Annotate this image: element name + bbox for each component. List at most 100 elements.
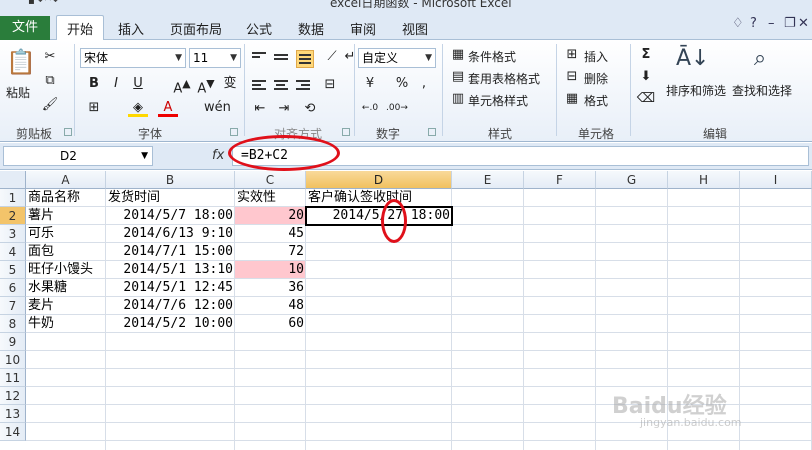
quick-access-toolbar[interactable]: ▪ ↶ ↷ [28, 0, 58, 7]
text-direction-icon[interactable]: ⟲ [300, 100, 320, 118]
cell-c5[interactable]: 10 [235, 261, 306, 279]
fill-color-icon[interactable]: ◈ [128, 99, 148, 117]
cell-b7[interactable]: 2014/7/6 12:00 [106, 297, 235, 315]
row-header-8[interactable]: 8 [0, 315, 26, 333]
italic-button[interactable]: I [106, 75, 126, 93]
paste-icon[interactable]: 📋 [6, 48, 36, 76]
cell-a5[interactable]: 旺仔小馒头 [26, 261, 106, 279]
row-header-1[interactable]: 1 [0, 189, 26, 207]
cell-b8[interactable]: 2014/5/2 10:00 [106, 315, 235, 333]
comma-button[interactable]: , [414, 75, 434, 93]
select-all-corner[interactable] [0, 171, 26, 189]
question-icon[interactable]: ? [750, 16, 757, 31]
cell-c6[interactable]: 36 [235, 279, 306, 297]
cell-b6[interactable]: 2014/5/1 12:45 [106, 279, 235, 297]
tab-data[interactable]: 数据 [298, 19, 324, 38]
decrease-indent-icon[interactable]: ⇤ [250, 100, 270, 118]
tab-review[interactable]: 审阅 [350, 19, 376, 38]
number-format-combo[interactable]: 自定义 ▼ [358, 48, 436, 68]
format-painter-icon[interactable]: 🖌 [40, 96, 60, 114]
cell-a8[interactable]: 牛奶 [26, 315, 106, 333]
number-launcher-icon[interactable] [428, 128, 436, 136]
column-header-i[interactable]: I [740, 171, 812, 189]
row-header-3[interactable]: 3 [0, 225, 26, 243]
cell-c2[interactable]: 20 [235, 207, 306, 225]
insert-cells-icon[interactable]: ⊞ [562, 46, 582, 64]
phonetic-icon[interactable]: 变 [220, 75, 240, 93]
format-cells-icon[interactable]: ▦ [562, 90, 582, 108]
cell-a2[interactable]: 薯片 [26, 207, 106, 225]
column-header-b[interactable]: B [106, 171, 235, 189]
merge-center-icon[interactable]: ⊟ [320, 76, 340, 94]
underline-button[interactable]: U [128, 75, 148, 93]
increase-indent-icon[interactable]: ⇥ [274, 100, 294, 118]
cell-b5[interactable]: 2014/5/1 13:10 [106, 261, 235, 279]
align-top-icon[interactable] [252, 52, 266, 64]
format-as-table-button[interactable]: 套用表格格式 [468, 70, 540, 87]
font-name-combo[interactable]: 宋体 ▼ [80, 48, 186, 68]
binoculars-icon[interactable]: ⌕ [746, 46, 774, 71]
tab-formulas[interactable]: 公式 [246, 19, 272, 38]
align-center-icon[interactable] [274, 80, 288, 92]
column-header-c[interactable]: C [235, 171, 306, 189]
row-header-5[interactable]: 5 [0, 261, 26, 279]
format-as-table-icon[interactable]: ▤ [448, 68, 468, 86]
cell-a1[interactable]: 商品名称 [26, 189, 106, 207]
sort-filter-button[interactable]: 排序和筛选 [666, 82, 726, 99]
row-header-11[interactable]: 11 [0, 369, 26, 387]
cell-styles-icon[interactable]: ▥ [448, 90, 468, 108]
insert-cells-button[interactable]: 插入 [584, 48, 608, 65]
font-color-icon[interactable]: A [158, 99, 178, 117]
tab-file[interactable]: 文件 [0, 16, 50, 40]
cell-styles-button[interactable]: 单元格样式 [468, 92, 528, 109]
restore-icon[interactable]: ❐ [784, 16, 796, 31]
clear-icon[interactable]: ⌫ [636, 90, 656, 108]
border-icon[interactable]: ⊞ [84, 99, 104, 117]
font-size-combo[interactable]: 11 ▼ [189, 48, 241, 68]
align-bottom-icon[interactable] [296, 50, 314, 68]
font-launcher-icon[interactable] [230, 128, 238, 136]
format-cells-button[interactable]: 格式 [584, 92, 608, 109]
cell-a7[interactable]: 麦片 [26, 297, 106, 315]
column-header-a[interactable]: A [26, 171, 106, 189]
wrap-text-icon[interactable]: ↵ [340, 48, 360, 66]
alignment-launcher-icon[interactable] [342, 128, 350, 136]
conditional-format-button[interactable]: 条件格式 [468, 48, 516, 65]
cell-c7[interactable]: 48 [235, 297, 306, 315]
delete-cells-icon[interactable]: ⊟ [562, 68, 582, 86]
row-header-7[interactable]: 7 [0, 297, 26, 315]
row-header-12[interactable]: 12 [0, 387, 26, 405]
align-left-icon[interactable] [252, 80, 266, 92]
cell-a6[interactable]: 水果糖 [26, 279, 106, 297]
bold-button[interactable]: B [84, 75, 104, 93]
autosum-button[interactable]: Σ [636, 46, 656, 64]
clipboard-launcher-icon[interactable] [64, 128, 72, 136]
align-middle-icon[interactable] [274, 54, 288, 66]
shrink-font-icon[interactable]: A▼ [196, 75, 216, 96]
help-icon[interactable]: ♢ [732, 16, 744, 31]
phonetic-guide-icon[interactable]: wén [204, 99, 231, 117]
minimize-ribbon-icon[interactable]: – [768, 16, 775, 31]
fill-icon[interactable]: ⬇ [636, 68, 656, 86]
row-header-4[interactable]: 4 [0, 243, 26, 261]
row-header-13[interactable]: 13 [0, 405, 26, 423]
row-header-9[interactable]: 9 [0, 333, 26, 351]
copy-icon[interactable]: ⧉ [40, 72, 60, 90]
insert-function-button[interactable]: fx [212, 148, 224, 163]
cell-a3[interactable]: 可乐 [26, 225, 106, 243]
cell-c8[interactable]: 60 [235, 315, 306, 333]
cell-c1[interactable]: 实效性 [235, 189, 306, 207]
tab-view[interactable]: 视图 [402, 19, 428, 38]
orientation-icon[interactable]: ⟋ [322, 48, 342, 66]
cell-a4[interactable]: 面包 [26, 243, 106, 261]
column-header-f[interactable]: F [524, 171, 596, 189]
cell-b3[interactable]: 2014/6/13 9:10 [106, 225, 235, 243]
row-header-10[interactable]: 10 [0, 351, 26, 369]
tab-page-layout[interactable]: 页面布局 [170, 19, 222, 38]
decrease-decimal-icon[interactable]: .00→ [386, 99, 408, 117]
column-header-h[interactable]: H [668, 171, 740, 189]
delete-cells-button[interactable]: 删除 [584, 70, 608, 87]
name-box[interactable]: D2 ▼ [3, 146, 153, 166]
row-header-14[interactable]: 14 [0, 423, 26, 441]
cell-b4[interactable]: 2014/7/1 15:00 [106, 243, 235, 261]
